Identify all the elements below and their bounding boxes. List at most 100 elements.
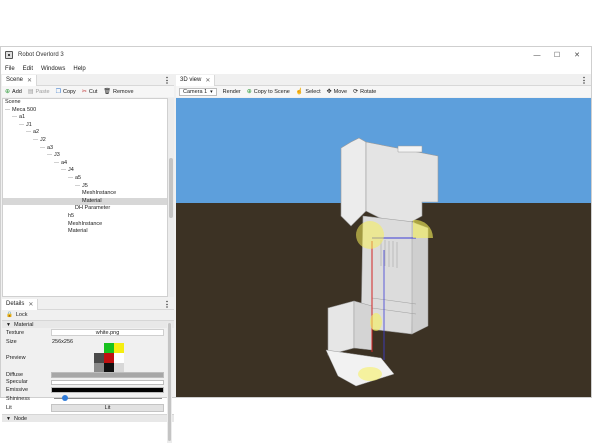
diffuse-label: Diffuse [6,371,24,378]
shininess-label: Shininess [6,395,30,402]
menu-file[interactable]: File [1,66,19,72]
tree-node[interactable]: — a2 [3,129,167,137]
title-bar: Robot Overlord 3 — ☐ ✕ [1,47,591,63]
details-scrollbar-thumb[interactable] [168,323,171,441]
scene-tree[interactable]: Scene — Meca 500— a1— J1— a2— J2— a3— J3— a4— J4— a… [2,98,168,297]
details-scrollbar[interactable] [167,323,172,443]
menu-bar: File Edit Windows Help [1,63,591,74]
close-icon[interactable]: ✕ [205,77,210,84]
add-button[interactable]: ⊕ Add [5,88,22,96]
tree-expander-icon[interactable]: — [19,122,24,128]
tab-3d-view[interactable]: 3D view ✕ [176,74,216,86]
tree-node-label: Material [82,197,102,204]
texture-row: Texture white.png [2,328,174,337]
add-icon: ⊕ [246,89,252,95]
tree-node[interactable]: MeshInstance [3,221,167,229]
tree-expander-icon[interactable]: — [61,167,66,173]
lit-label: Lit [6,404,12,411]
tab-details-label: Details [6,301,25,307]
cut-button[interactable]: ✂ Cut [82,88,98,96]
menu-help[interactable]: Help [69,66,89,72]
more-options-icon[interactable]: ⋮ [163,75,171,86]
rotate-tool-button[interactable]: ⟳ Rotate [353,88,376,96]
node-section-header[interactable]: ▼ Node [2,414,174,422]
more-options-icon[interactable]: ⋮ [580,75,588,86]
size-row: Size 256x256 [2,337,174,346]
3d-viewport[interactable] [176,98,591,397]
tree-node[interactable]: — J2 [3,137,167,145]
tree-node[interactable]: — J4 [3,167,167,175]
tree-expander-icon[interactable]: — [26,129,31,135]
close-icon[interactable]: ✕ [28,301,33,308]
tree-node-label: Material [68,228,88,235]
diffuse-color-swatch[interactable] [51,371,164,378]
close-icon[interactable]: ✕ [27,77,32,84]
pointer-icon: ☝ [295,89,304,95]
close-button[interactable]: ✕ [567,47,587,63]
shininess-slider-thumb[interactable] [62,395,69,401]
emissive-label: Emissive [6,386,29,393]
menu-windows[interactable]: Windows [37,66,69,72]
material-section-label: Material [13,321,34,328]
tab-scene[interactable]: Scene ✕ [2,74,38,86]
tree-node[interactable]: MeshInstance [3,190,167,198]
tree-node[interactable]: — a3 [3,145,167,153]
tab-details[interactable]: Details ✕ [2,298,39,310]
shininess-slider-track[interactable] [54,398,162,399]
render-button[interactable]: Render [223,89,241,95]
move-icon: ✥ [326,89,332,95]
tree-node-label: J2 [40,136,46,143]
tree-node-label: J1 [26,121,32,128]
diffuse-row: Diffuse [2,370,174,379]
tree-expander-icon[interactable]: — [54,160,59,166]
robot-model[interactable] [176,98,591,397]
tree-node[interactable]: h5 [3,213,167,221]
tree-node[interactable]: — J1 [3,122,167,130]
tree-node[interactable]: Scene [3,99,167,107]
tree-expander-icon[interactable]: — [12,114,17,120]
menu-edit[interactable]: Edit [19,66,37,72]
tree-node[interactable]: Material [3,197,167,206]
rotate-icon: ⟳ [353,89,359,95]
tree-node[interactable]: — J5 [3,183,167,191]
tree-scrollbar[interactable] [168,98,174,297]
app-window: Robot Overlord 3 — ☐ ✕ File Edit Windows… [0,46,592,443]
more-options-icon[interactable]: ⋮ [163,299,171,310]
move-tool-button[interactable]: ✥ Move [326,88,347,96]
tree-node[interactable]: — a1 [3,114,167,122]
select-tool-button[interactable]: ☝ Select [295,88,321,96]
tree-expander-icon[interactable]: — [68,175,73,181]
tree-node[interactable]: — Meca 500 [3,107,167,115]
preview-cell [114,353,124,363]
specular-color-swatch[interactable] [51,379,164,385]
tree-scrollbar-thumb[interactable] [169,158,173,218]
tree-node-label: a3 [47,144,54,151]
copy-button[interactable]: ❐ Copy [56,88,76,96]
texture-field[interactable]: white.png [51,329,164,336]
lit-toggle-button[interactable]: Lit [51,403,164,412]
tree-node[interactable]: Material [3,228,167,236]
tree-expander-icon[interactable]: — [5,107,10,113]
tree-expander-icon[interactable]: — [47,152,52,158]
cut-label: Cut [88,88,98,95]
node-section-label: Node [13,415,28,422]
paste-button[interactable]: ▤ Paste [28,88,50,96]
minimize-button[interactable]: — [527,47,547,63]
tree-node[interactable]: — J3 [3,152,167,160]
tree-node[interactable]: — a5 [3,175,167,183]
material-section-header[interactable]: ▼ Material [2,320,174,328]
camera-select[interactable]: Camera 1 ▾ [179,87,217,96]
tree-node[interactable]: DH Parameter [3,205,167,213]
maximize-button[interactable]: ☐ [547,47,567,63]
add-label: Add [12,88,22,95]
remove-button[interactable]: 🗑 Remove [103,88,133,96]
tree-expander-icon[interactable]: — [40,145,45,151]
tree-node[interactable]: — a4 [3,160,167,168]
tree-expander-icon[interactable]: — [33,137,38,143]
tree-expander-icon[interactable]: — [75,183,80,189]
copy-label: Copy [62,88,76,95]
lock-toggle[interactable]: 🔒 Lock [2,310,174,320]
copy-to-scene-button[interactable]: ⊕ Copy to Scene [246,88,290,96]
tree-node-label: MeshInstance [68,220,103,227]
emissive-color-swatch[interactable] [51,386,164,393]
